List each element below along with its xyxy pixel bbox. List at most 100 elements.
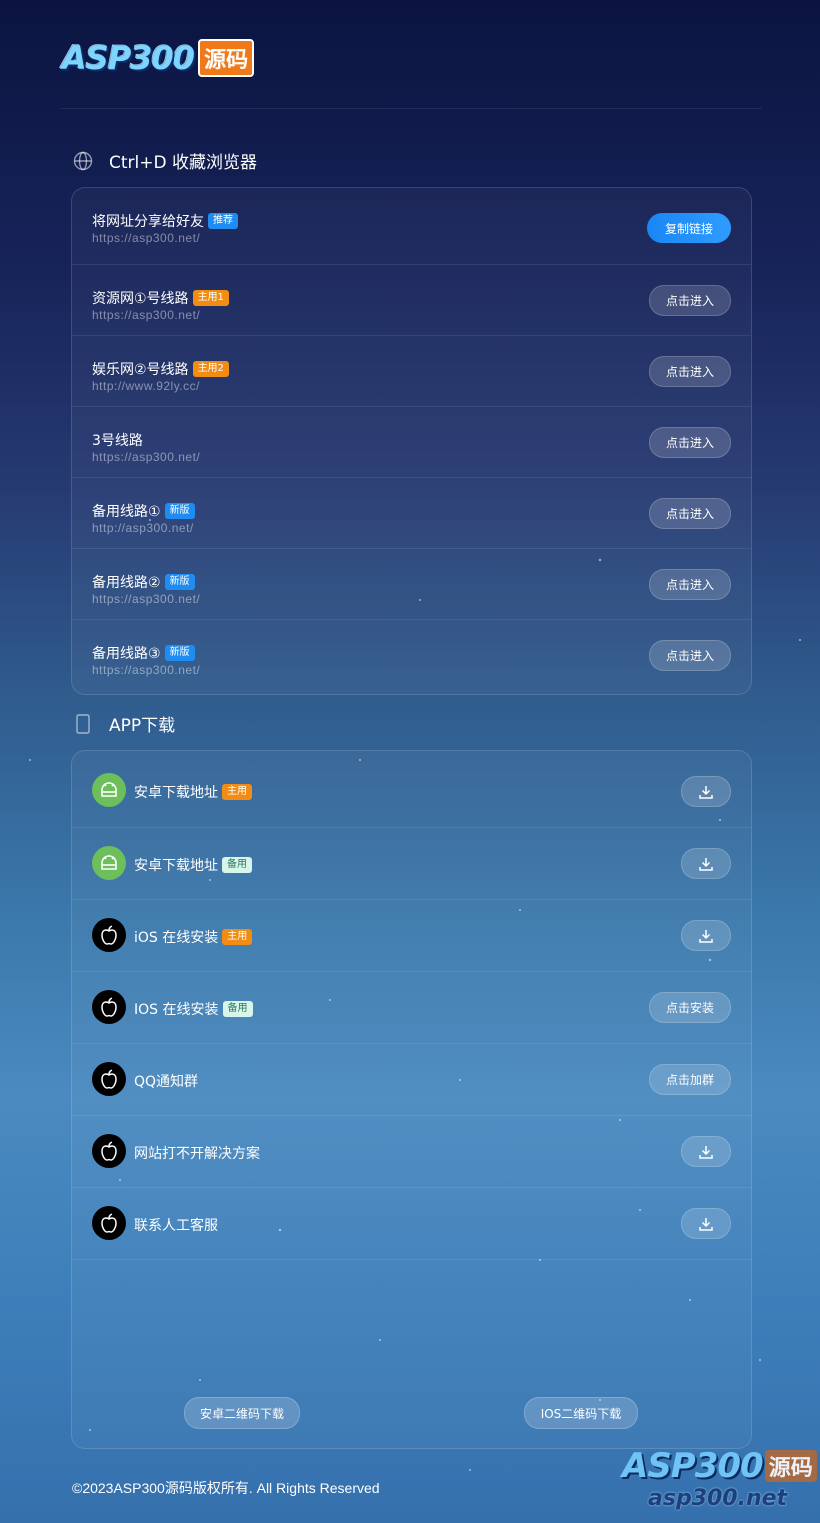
header: ASP300 源码 <box>60 38 762 109</box>
app-row: IOS 在线安装 备用 点击安装 <box>72 972 751 1044</box>
logo-text: ASP300 <box>62 39 195 77</box>
backup-badge: 备用 <box>222 857 252 873</box>
recommend-badge: 推荐 <box>208 213 238 229</box>
app-row: 安卓下载地址 备用 <box>72 828 751 900</box>
download-button[interactable] <box>681 920 731 951</box>
link-title: 备用线路① <box>92 504 161 520</box>
link-name: 备用线路③ 新版 <box>92 643 195 663</box>
watermark-logo: ASP300 源码 asp300.net <box>622 1446 820 1523</box>
download-icon <box>699 929 713 943</box>
link-row: 将网址分享给好友 推荐 https://asp300.net/ 复制链接 <box>72 188 751 265</box>
enter-button[interactable]: 点击进入 <box>649 569 731 600</box>
bookmark-section-title: Ctrl+D 收藏浏览器 <box>72 148 257 173</box>
apple-icon <box>92 1134 126 1168</box>
link-url: http://asp300.net/ <box>92 521 194 535</box>
link-url: https://asp300.net/ <box>92 663 201 677</box>
enter-button[interactable]: 点击进入 <box>649 498 731 529</box>
app-name: 联系人工客服 <box>134 1215 218 1235</box>
download-button[interactable] <box>681 848 731 879</box>
download-icon <box>699 785 713 799</box>
primary-badge: 主用 <box>222 784 252 800</box>
app-title: QQ通知群 <box>134 1074 199 1090</box>
app-name: 安卓下载地址 备用 <box>134 855 252 875</box>
apple-icon <box>92 990 126 1024</box>
link-row: 备用线路① 新版 http://asp300.net/ 点击进入 <box>72 478 751 549</box>
link-title: 备用线路② <box>92 575 161 591</box>
download-icon <box>699 1217 713 1231</box>
link-title: 将网址分享给好友 <box>92 214 204 230</box>
new-badge: 新版 <box>164 503 195 519</box>
globe-icon <box>72 150 94 172</box>
link-url: https://asp300.net/ <box>92 450 201 464</box>
link-row: 娱乐网②号线路 主用2 http://www.92ly.cc/ 点击进入 <box>72 336 751 407</box>
app-name: iOS 在线安装 主用 <box>134 927 253 947</box>
backup-badge: 备用 <box>222 1001 253 1017</box>
android-icon <box>92 773 126 807</box>
link-row: 备用线路② 新版 https://asp300.net/ 点击进入 <box>72 549 751 620</box>
link-name: 娱乐网②号线路 主用2 <box>92 359 229 379</box>
app-row: 安卓下载地址 主用 <box>72 751 751 828</box>
watermark-url: asp300.net <box>648 1486 788 1511</box>
link-name: 3号线路 <box>92 430 143 450</box>
app-title: 网站打不开解决方案 <box>134 1146 260 1162</box>
enter-button[interactable]: 点击进入 <box>649 285 731 316</box>
apple-icon <box>92 918 126 952</box>
primary-badge: 主用1 <box>192 290 229 306</box>
new-badge: 新版 <box>164 645 195 661</box>
primary-badge: 主用 <box>222 929 253 945</box>
app-title: IOS 在线安装 <box>134 1002 219 1018</box>
enter-button[interactable]: 点击进入 <box>649 356 731 387</box>
app-title: 安卓下载地址 <box>134 858 218 874</box>
link-name: 资源网①号线路 主用1 <box>92 288 229 308</box>
section-title-text: APP下载 <box>109 716 176 736</box>
download-button[interactable] <box>681 776 731 807</box>
app-title: 安卓下载地址 <box>134 785 218 801</box>
app-name: 安卓下载地址 主用 <box>134 782 252 802</box>
app-name: 网站打不开解决方案 <box>134 1143 260 1163</box>
link-title: 娱乐网②号线路 <box>92 362 189 378</box>
apps-card: 安卓下载地址 主用 安卓下载地址 备用 iOS 在线安装 主用 IOS 在线安装… <box>71 750 752 1449</box>
link-row: 资源网①号线路 主用1 https://asp300.net/ 点击进入 <box>72 265 751 336</box>
app-name: IOS 在线安装 备用 <box>134 999 253 1019</box>
app-title: iOS 在线安装 <box>134 930 219 946</box>
logo-badge: 源码 <box>198 39 255 77</box>
copyright-footer: ©2023ASP300源码版权所有. All Rights Reserved <box>72 1480 380 1496</box>
new-badge: 新版 <box>164 574 195 590</box>
app-section-title: APP下载 <box>72 711 175 736</box>
link-row: 备用线路③ 新版 https://asp300.net/ 点击进入 <box>72 620 751 690</box>
apple-icon <box>92 1062 126 1096</box>
ios-qr-download-button[interactable]: IOS二维码下载 <box>524 1397 638 1429</box>
enter-button[interactable]: 点击进入 <box>649 427 731 458</box>
download-icon <box>699 1145 713 1159</box>
android-qr-download-button[interactable]: 安卓二维码下载 <box>184 1397 300 1429</box>
download-button[interactable] <box>681 1208 731 1239</box>
install-button[interactable]: 点击安装 <box>649 992 731 1023</box>
section-title-text: Ctrl+D 收藏浏览器 <box>109 153 257 173</box>
link-name: 备用线路② 新版 <box>92 572 195 592</box>
site-logo[interactable]: ASP300 源码 <box>62 39 255 77</box>
primary-badge: 主用2 <box>192 361 229 377</box>
link-name: 备用线路① 新版 <box>92 501 195 521</box>
link-name: 将网址分享给好友 推荐 <box>92 211 238 231</box>
watermark-text: ASP300 <box>622 1446 764 1486</box>
watermark-badge: 源码 <box>764 1450 817 1482</box>
download-button[interactable] <box>681 1136 731 1167</box>
link-title: 3号线路 <box>92 433 143 449</box>
app-row: 联系人工客服 <box>72 1188 751 1260</box>
join-group-button[interactable]: 点击加群 <box>649 1064 731 1095</box>
enter-button[interactable]: 点击进入 <box>649 640 731 671</box>
link-url: http://www.92ly.cc/ <box>92 379 200 393</box>
link-title: 资源网①号线路 <box>92 291 189 307</box>
download-icon <box>699 857 713 871</box>
app-row: iOS 在线安装 主用 <box>72 900 751 972</box>
link-url: https://asp300.net/ <box>92 308 201 322</box>
link-url: https://asp300.net/ <box>92 592 201 606</box>
link-title: 备用线路③ <box>92 646 161 662</box>
mobile-phone-icon <box>72 713 94 735</box>
copy-link-button[interactable]: 复制链接 <box>647 213 731 243</box>
app-name: QQ通知群 <box>134 1071 198 1091</box>
android-icon <box>92 846 126 880</box>
app-row: QQ通知群 点击加群 <box>72 1044 751 1116</box>
app-row: 网站打不开解决方案 <box>72 1116 751 1188</box>
links-card: 将网址分享给好友 推荐 https://asp300.net/ 复制链接 资源网… <box>71 187 752 695</box>
